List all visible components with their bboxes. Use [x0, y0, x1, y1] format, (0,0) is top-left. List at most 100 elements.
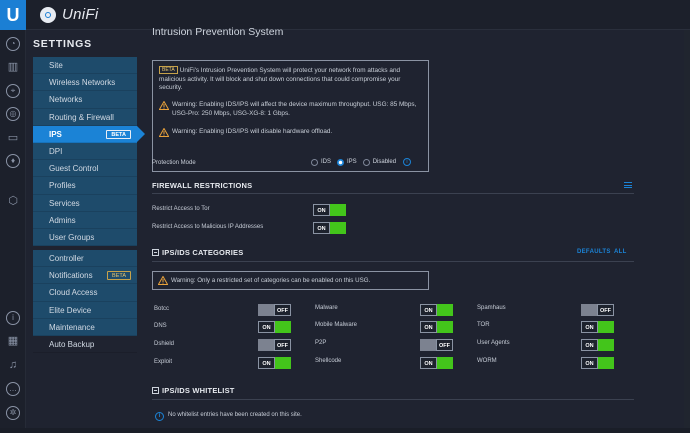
radio-ips[interactable] [337, 158, 345, 166]
sidebar-item-ips[interactable]: IPS BETA [33, 125, 145, 143]
toggle-state: OFF [274, 304, 291, 316]
clients-icon[interactable]: ▭ [6, 131, 20, 145]
toggle-state: ON [313, 222, 330, 234]
shield-icon[interactable]: ⬡ [6, 194, 20, 208]
sidebar-item-maintenance[interactable]: Maintenance [33, 319, 137, 336]
radio-ips-label: IPS [347, 159, 357, 165]
toggle-state: ON [420, 304, 437, 316]
ips-whitelist-heading[interactable]: IPS/IDS WHITELIST [152, 386, 235, 395]
category-malware-toggle[interactable]: ON [420, 304, 453, 316]
category-tor-toggle[interactable]: ON [581, 321, 614, 333]
categories-warning: Warning: Only a restricted set of catego… [152, 271, 429, 290]
category-botcc-label: Botcc [154, 306, 170, 312]
devices-icon[interactable]: ◎ [6, 107, 20, 121]
settings-sidebar: Site Wireless Networks Networks Routing … [33, 57, 145, 354]
beta-badge: BETA [106, 129, 131, 139]
sidebar-item-auto-backup[interactable]: Auto Backup [33, 336, 137, 354]
toggle-state: ON [313, 204, 330, 216]
sidebar-item-profiles[interactable]: Profiles [33, 177, 137, 195]
category-shellcode-toggle[interactable]: ON [420, 357, 453, 369]
sidebar-item-cloud-access[interactable]: Cloud Access [33, 284, 137, 302]
sidebar-item-elite-device[interactable]: Elite Device [33, 302, 137, 319]
category-user-agents-label: User Agents [477, 340, 510, 346]
category-shellcode-label: Shellcode [315, 358, 342, 364]
category-user-agents-toggle[interactable]: ON [581, 339, 614, 351]
sidebar-item-label: IPS [49, 129, 62, 139]
sidebar-item-dpi[interactable]: DPI [33, 143, 137, 161]
category-p2p-toggle[interactable]: OFF [420, 339, 453, 351]
alerts-icon[interactable]: ♫ [6, 358, 20, 372]
protection-mode-group: IDS IPS Disabled i [311, 158, 412, 166]
events-icon[interactable]: ▦ [6, 334, 20, 348]
help-icon[interactable]: i [403, 158, 412, 166]
categories-warning-text: Warning: Only a restricted set of catego… [171, 277, 371, 284]
device-icon[interactable] [40, 7, 56, 23]
category-exploit-toggle[interactable]: ON [258, 357, 291, 369]
sidebar-group-site: Site Wireless Networks Networks Routing … [33, 57, 145, 247]
toggle-state: ON [581, 339, 598, 351]
category-dns-label: DNS [154, 323, 167, 329]
category-dns-toggle[interactable]: ON [258, 321, 291, 333]
category-malware-label: Malware [315, 305, 338, 311]
throughput-warning-text: Warning: Enabling IDS/IPS will affect th… [172, 101, 417, 117]
scrollbar[interactable] [684, 30, 690, 430]
toggle-state: ON [420, 357, 437, 369]
category-p2p-label: P2P [315, 340, 327, 346]
collapse-icon [152, 249, 159, 256]
sidebar-item-notifications[interactable]: Notifications BETA [33, 267, 137, 285]
dashboard-icon[interactable]: ◔ [6, 37, 20, 51]
toggle-state: ON [420, 321, 437, 333]
restrict-malicious-toggle[interactable]: ON [313, 222, 346, 234]
sidebar-item-services[interactable]: Services [33, 195, 137, 212]
sidebar-item-user-groups[interactable]: User Groups [33, 229, 137, 247]
sidebar-item-guest-control[interactable]: Guest Control [33, 160, 137, 178]
sidebar-item-site[interactable]: Site [33, 57, 137, 75]
firewall-restrictions-heading: FIREWALL RESTRICTIONS [152, 181, 253, 190]
chat-icon[interactable]: … [6, 382, 20, 396]
sidebar-group-controller: Controller Notifications BETA Cloud Acce… [33, 250, 137, 336]
category-mobile-malware-label: Mobile Malware [315, 322, 358, 328]
category-dshield-toggle[interactable]: OFF [258, 339, 291, 351]
brand-name: UniFi [62, 6, 99, 23]
sidebar-item-label: Notifications [49, 271, 93, 281]
throughput-warning: Warning: Enabling IDS/IPS will affect th… [159, 101, 427, 121]
statistics-icon[interactable]: ▥ [6, 60, 20, 74]
sidebar-item-admins[interactable]: Admins [33, 212, 137, 229]
category-botcc-toggle[interactable]: OFF [258, 304, 291, 316]
insights-icon[interactable]: ♦ [6, 154, 20, 168]
info-icon[interactable]: i [6, 311, 20, 325]
sidebar-item-routing-firewall[interactable]: Routing & Firewall [33, 109, 137, 126]
category-worm-toggle[interactable]: ON [581, 357, 614, 369]
warning-icon [159, 101, 169, 110]
warning-icon [159, 128, 169, 137]
sidebar-item-networks[interactable]: Networks [33, 91, 137, 109]
all-link[interactable]: ALL [614, 249, 627, 255]
restrict-tor-toggle[interactable]: ON [313, 204, 346, 216]
settings-gear-icon[interactable]: ✲ [6, 406, 20, 420]
defaults-link[interactable]: DEFAULTS [577, 249, 611, 255]
toggle-state: OFF [597, 304, 614, 316]
info-icon: i [155, 412, 164, 421]
unifi-app: U UniFi ◔ ▥ ⌖ ◎ ▭ ♦ ⬡ i ▦ ♫ … ✲ SETTINGS… [0, 0, 690, 433]
beta-badge: BETA [107, 271, 131, 281]
radio-ids-label: IDS [321, 159, 332, 165]
settings-title: SETTINGS [33, 38, 92, 50]
sidebar-item-wireless-networks[interactable]: Wireless Networks [33, 74, 137, 92]
divider [152, 399, 634, 400]
ips-categories-heading[interactable]: IPS/IDS CATEGORIES [152, 248, 243, 257]
menu-icon[interactable] [624, 182, 632, 188]
category-spamhaus-toggle[interactable]: OFF [581, 304, 614, 316]
sidebar-item-controller[interactable]: Controller [33, 250, 137, 268]
bottom-strip [0, 428, 690, 433]
category-exploit-label: Exploit [154, 359, 173, 365]
beta-badge: BETA [159, 66, 178, 74]
unifi-logo[interactable]: U [0, 0, 26, 30]
map-icon[interactable]: ⌖ [6, 84, 20, 98]
toggle-state: OFF [274, 339, 291, 351]
category-mobile-malware-toggle[interactable]: ON [420, 321, 453, 333]
radio-disabled[interactable] [362, 158, 370, 166]
radio-disabled-label: Disabled [372, 159, 397, 165]
restrict-malicious-label: Restrict Access to Malicious IP Addresse… [152, 224, 264, 230]
ips-categories-title: IPS/IDS CATEGORIES [162, 248, 244, 257]
radio-ids[interactable] [311, 158, 318, 166]
